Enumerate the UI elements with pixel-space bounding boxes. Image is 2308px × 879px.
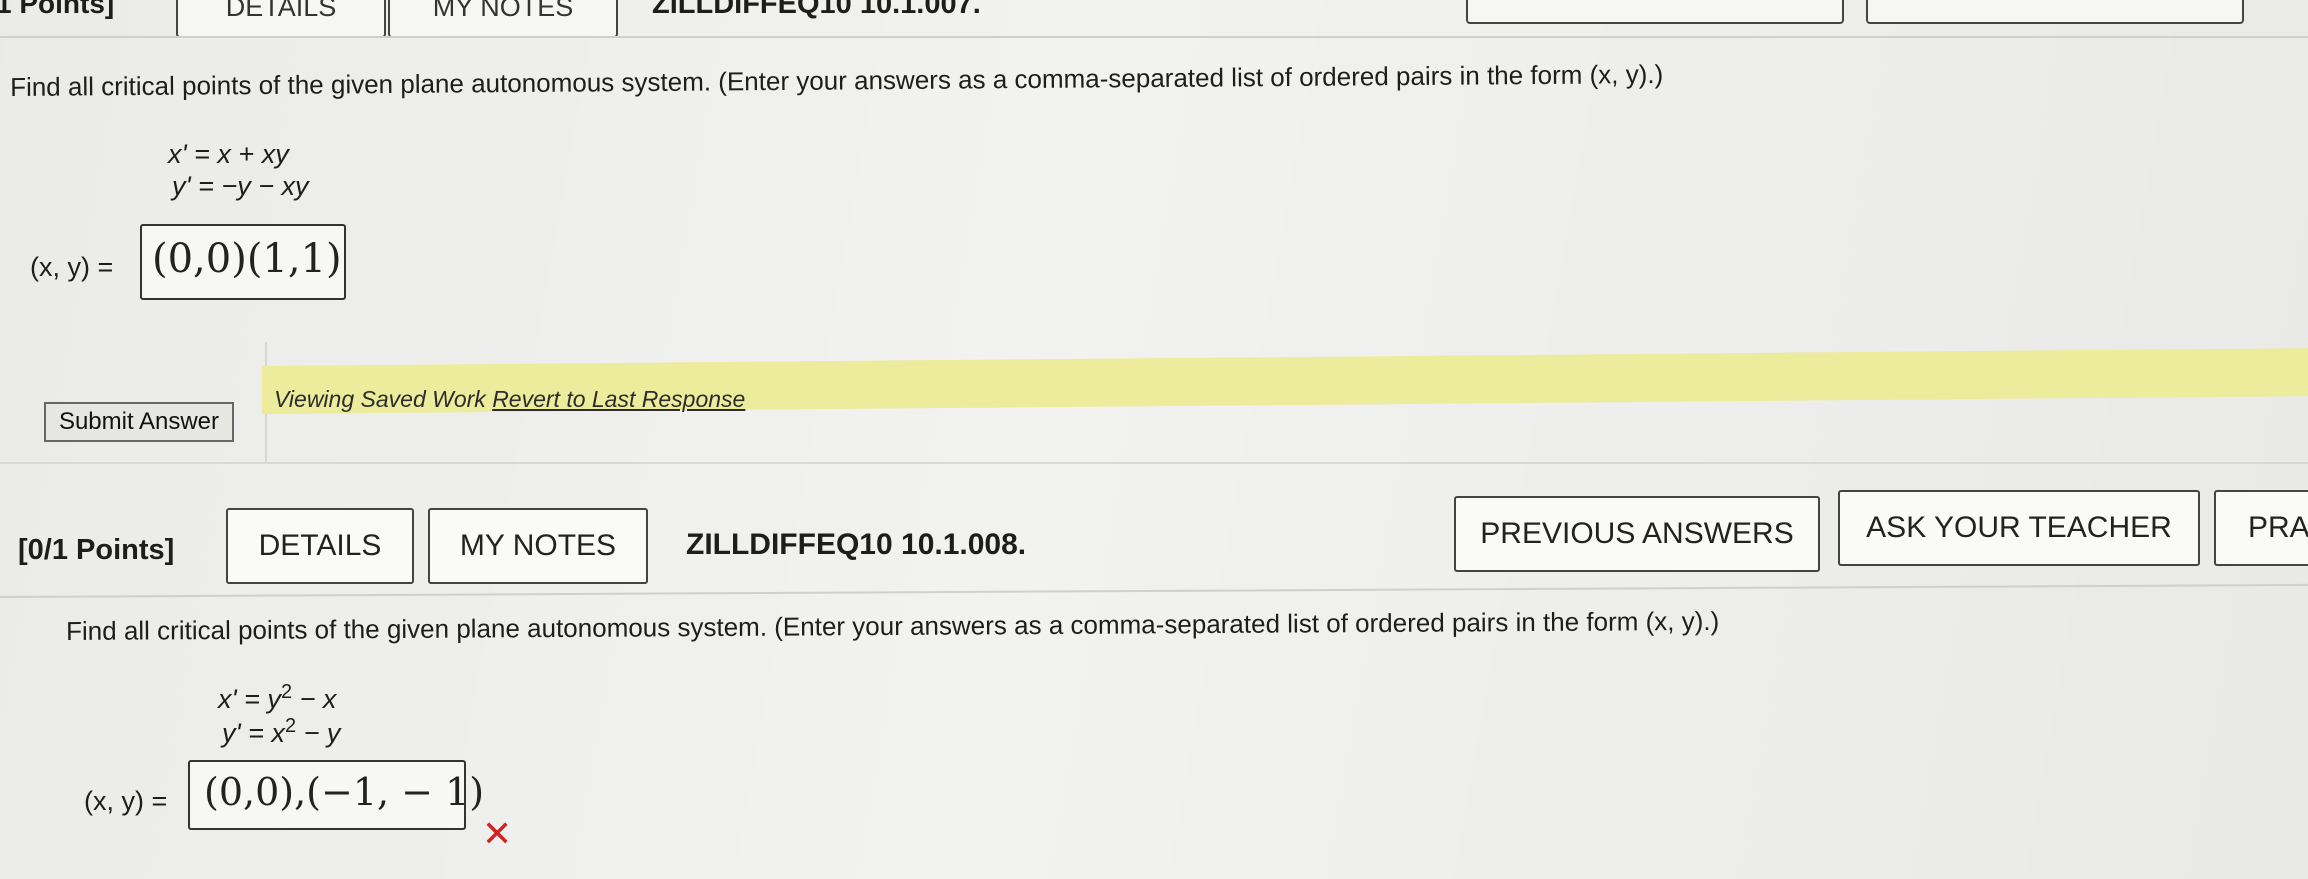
equation-y-2: y' = x2 − y <box>222 710 340 750</box>
answer-input-1[interactable]: (0,0)(1,1) <box>140 224 346 300</box>
question-text-2: Find all critical points of the given pl… <box>66 605 1720 646</box>
submit-answer-button[interactable]: Submit Answer <box>44 402 234 442</box>
revert-link[interactable]: Revert to Last Response <box>492 386 745 412</box>
my-notes-label-2: MY NOTES <box>459 529 617 562</box>
answer-input-2[interactable]: (0,0),(−1, − 1) <box>188 760 484 830</box>
problem-code-1: ZILLDIFFEQ10 10.1.007. <box>652 0 981 20</box>
header-divider-2 <box>0 583 2308 598</box>
practice-label: PRA <box>2248 511 2308 544</box>
equation-x-2-exponent: 2 <box>280 681 293 703</box>
section-divider <box>0 462 2308 464</box>
answer-label-2: (x, y) = <box>84 786 168 816</box>
my-notes-button-2[interactable]: MY NOTES <box>428 508 648 584</box>
details-label-1: DETAILS <box>225 0 337 22</box>
details-button-1[interactable]: DETAILS <box>176 0 386 38</box>
question-text-1: Find all critical points of the given pl… <box>10 59 1664 102</box>
details-label-2: DETAILS <box>258 529 382 562</box>
header-divider-1 <box>0 36 2308 38</box>
answer-value-2: (0,0),(−1, − 1) <box>204 770 485 814</box>
x-mark-icon: ✕ <box>482 813 513 854</box>
ask-teacher-label: ASK YOUR TEACHER <box>1866 511 2172 544</box>
answer-value-1: (0,0)(1,1) <box>152 236 342 282</box>
my-notes-label-1: MY NOTES <box>432 0 574 22</box>
my-notes-button-1[interactable]: MY NOTES <box>388 0 618 38</box>
ask-teacher-button[interactable]: ASK YOUR TEACHER <box>1838 490 2200 566</box>
equation-y-2-tail: − y <box>296 718 341 748</box>
top-button-right-1[interactable] <box>1466 0 1844 24</box>
previous-answers-button[interactable]: PREVIOUS ANSWERS <box>1454 496 1820 572</box>
equation-x-1: x' = x + xy <box>168 139 289 169</box>
previous-answers-label: PREVIOUS ANSWERS <box>1480 517 1794 550</box>
viewing-saved-work-label: Viewing Saved Work <box>274 386 486 412</box>
details-button-2[interactable]: DETAILS <box>226 508 414 584</box>
points-label-1: 1 Points] <box>0 0 115 19</box>
answer-label-1: (x, y) = <box>30 252 114 282</box>
equation-y-2-exponent: 2 <box>284 715 297 737</box>
points-label-2: [0/1 Points] <box>18 534 175 566</box>
top-button-right-2[interactable] <box>1866 0 2244 24</box>
saved-work-text: Viewing Saved Work Revert to Last Respon… <box>274 386 745 413</box>
background-shade <box>0 0 2308 879</box>
problem-code-2: ZILLDIFFEQ10 10.1.008. <box>686 528 1027 561</box>
equation-y-2-base: y' = x <box>222 718 285 748</box>
equation-y-1: y' = −y − xy <box>172 171 309 201</box>
submit-answer-label: Submit Answer <box>58 408 220 435</box>
practice-button[interactable]: PRA <box>2214 490 2308 566</box>
